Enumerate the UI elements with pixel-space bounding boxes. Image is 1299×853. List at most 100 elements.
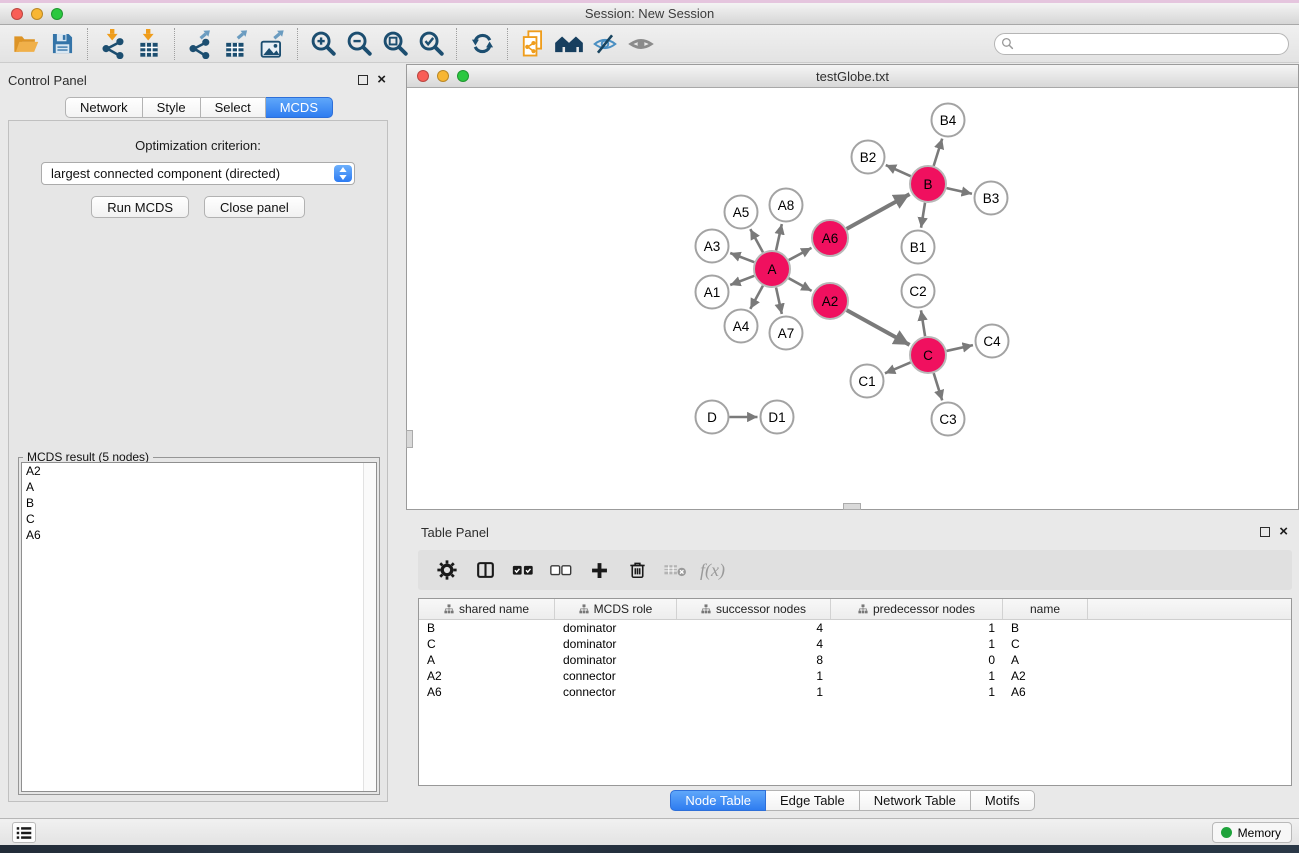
tab-style[interactable]: Style: [143, 97, 201, 118]
close-panel-icon[interactable]: ×: [1279, 527, 1288, 537]
table-cell[interactable]: 1: [677, 684, 831, 700]
node-table[interactable]: shared nameMCDS rolesuccessor nodesprede…: [418, 598, 1292, 786]
result-item[interactable]: A6: [22, 527, 376, 543]
home-button[interactable]: [551, 27, 587, 61]
table-row[interactable]: A2connector11A2: [419, 668, 1291, 684]
refresh-button[interactable]: [464, 27, 500, 61]
tab-node-table[interactable]: Node Table: [670, 790, 766, 811]
split-columns-button[interactable]: [466, 552, 504, 588]
delete-column-button[interactable]: [618, 552, 656, 588]
graph-edge-B-B1[interactable]: [921, 203, 925, 228]
table-row[interactable]: Cdominator41C: [419, 636, 1291, 652]
tab-network-table[interactable]: Network Table: [860, 790, 971, 811]
close-panel-button[interactable]: Close panel: [204, 196, 305, 218]
table-cell[interactable]: dominator: [555, 620, 677, 636]
function-builder-button[interactable]: f(x): [694, 552, 731, 588]
table-row[interactable]: A6connector11A6: [419, 684, 1291, 700]
tab-edge-table[interactable]: Edge Table: [766, 790, 860, 811]
tab-motifs[interactable]: Motifs: [971, 790, 1035, 811]
result-item[interactable]: C: [22, 511, 376, 527]
column-header-name[interactable]: name: [1003, 599, 1088, 619]
table-cell[interactable]: A6: [1003, 684, 1088, 700]
show-all-button[interactable]: [623, 27, 659, 61]
table-cell[interactable]: A6: [419, 684, 555, 700]
result-item[interactable]: A2: [22, 463, 376, 479]
column-header-successor-nodes[interactable]: successor nodes: [677, 599, 831, 619]
float-panel-icon[interactable]: [1260, 527, 1270, 537]
table-cell[interactable]: 8: [677, 652, 831, 668]
export-network-button[interactable]: [182, 27, 218, 61]
graph-edge-A6-B[interactable]: [847, 194, 910, 229]
deselect-all-columns-button[interactable]: [542, 552, 580, 588]
zoom-fit-button[interactable]: [377, 27, 413, 61]
close-panel-icon[interactable]: ×: [377, 75, 386, 85]
task-history-button[interactable]: [12, 822, 36, 843]
graph-edge-A-A4[interactable]: [750, 286, 763, 309]
zoom-selected-button[interactable]: [413, 27, 449, 61]
graph-edge-A-A1[interactable]: [730, 276, 754, 285]
table-cell[interactable]: 1: [831, 684, 1003, 700]
tab-select[interactable]: Select: [201, 97, 266, 118]
memory-button[interactable]: Memory: [1212, 822, 1292, 843]
graph-edge-A2-C[interactable]: [847, 310, 910, 345]
table-cell[interactable]: 1: [677, 668, 831, 684]
result-item[interactable]: A: [22, 479, 376, 495]
network-canvas[interactable]: B4B2BB3A8A5A6A3B1AA1C2A2A4A7C4CC1DD1C3: [407, 88, 1298, 509]
graph-edge-A-A8[interactable]: [776, 224, 782, 250]
import-table-button[interactable]: [131, 27, 167, 61]
table-cell[interactable]: B: [1003, 620, 1088, 636]
export-image-button[interactable]: [254, 27, 290, 61]
table-cell[interactable]: A: [419, 652, 555, 668]
search-input[interactable]: [994, 33, 1289, 55]
table-cell[interactable]: 1: [831, 668, 1003, 684]
column-header-shared-name[interactable]: shared name: [419, 599, 555, 619]
export-table-button[interactable]: [218, 27, 254, 61]
new-network-from-selection-button[interactable]: [515, 27, 551, 61]
table-cell[interactable]: dominator: [555, 652, 677, 668]
graph-edge-B-B2[interactable]: [886, 165, 911, 176]
result-item[interactable]: B: [22, 495, 376, 511]
table-cell[interactable]: C: [1003, 636, 1088, 652]
graph-edge-A-A7[interactable]: [776, 288, 782, 314]
float-panel-icon[interactable]: [358, 75, 368, 85]
add-column-button[interactable]: [580, 552, 618, 588]
zoom-out-button[interactable]: [341, 27, 377, 61]
graph-edge-A-A2[interactable]: [789, 278, 812, 291]
table-cell[interactable]: connector: [555, 668, 677, 684]
hide-selected-button[interactable]: [587, 27, 623, 61]
graph-edge-A-A3[interactable]: [730, 253, 754, 262]
table-cell[interactable]: 4: [677, 620, 831, 636]
scrollbar-track[interactable]: [363, 463, 376, 791]
save-session-button[interactable]: [44, 27, 80, 61]
split-handle[interactable]: [843, 503, 861, 510]
table-cell[interactable]: A: [1003, 652, 1088, 668]
table-cell[interactable]: B: [419, 620, 555, 636]
tab-mcds[interactable]: MCDS: [266, 97, 333, 118]
network-graph[interactable]: B4B2BB3A8A5A6A3B1AA1C2A2A4A7C4CC1DD1C3: [407, 88, 1298, 509]
graph-edge-C-C1[interactable]: [885, 362, 911, 373]
zoom-in-button[interactable]: [305, 27, 341, 61]
graph-edge-B-B3[interactable]: [947, 188, 972, 194]
graph-edge-C-C4[interactable]: [947, 345, 973, 351]
table-cell[interactable]: connector: [555, 684, 677, 700]
table-cell[interactable]: 1: [831, 636, 1003, 652]
table-cell[interactable]: A2: [419, 668, 555, 684]
table-cell[interactable]: dominator: [555, 636, 677, 652]
graph-edge-B-B4[interactable]: [934, 139, 943, 166]
table-cell[interactable]: C: [419, 636, 555, 652]
graph-edge-C-C2[interactable]: [921, 310, 925, 336]
select-all-columns-button[interactable]: [504, 552, 542, 588]
graph-edge-C-C3[interactable]: [934, 373, 943, 400]
table-cell[interactable]: 0: [831, 652, 1003, 668]
table-settings-button[interactable]: [428, 552, 466, 588]
tab-network[interactable]: Network: [65, 97, 143, 118]
graph-edge-A-A5[interactable]: [750, 229, 763, 252]
table-cell[interactable]: A2: [1003, 668, 1088, 684]
run-mcds-button[interactable]: Run MCDS: [91, 196, 189, 218]
table-cell[interactable]: 1: [831, 620, 1003, 636]
criterion-dropdown[interactable]: largest connected component (directed): [41, 162, 355, 185]
table-row[interactable]: Adominator80A: [419, 652, 1291, 668]
table-cell[interactable]: 4: [677, 636, 831, 652]
birds-eye-handle[interactable]: [406, 430, 413, 448]
graph-edge-A-A6[interactable]: [789, 248, 812, 260]
